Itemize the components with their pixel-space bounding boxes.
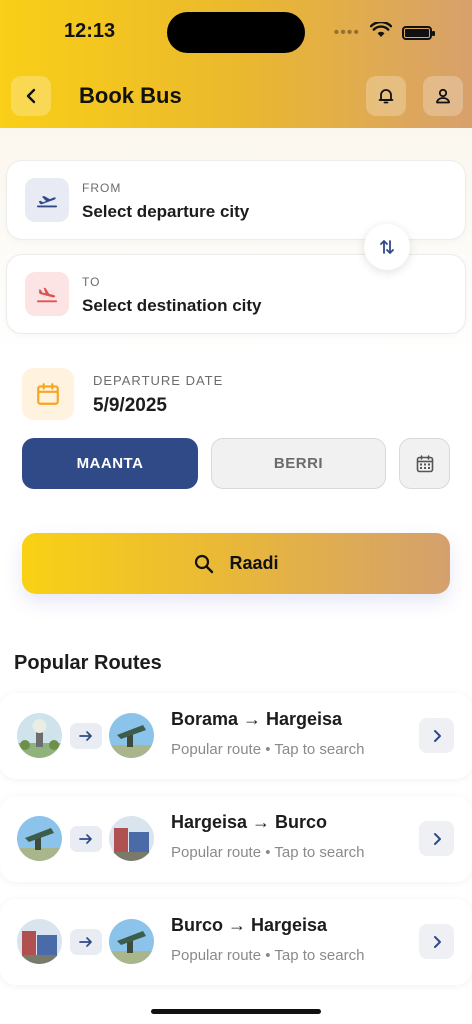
departure-icon-badge [25,178,69,222]
calendar-icon [37,383,59,405]
route-name: Burco → Hargeisa [171,915,328,935]
search-button[interactable]: Raadi [22,533,450,594]
wifi-icon [369,20,393,43]
route-arrow-chip [70,723,102,749]
borama-thumbnail [17,713,62,758]
route-name: Borama → Hargeisa [171,709,343,729]
dynamic-island [167,12,305,53]
departure-city-placeholder: Select departure city [82,202,250,221]
home-indicator [151,1009,321,1014]
open-route-button[interactable] [419,924,454,959]
route-subtitle: Popular route • Tap to search [171,844,365,861]
burco-thumbnail [109,816,154,861]
route-arrow-chip [70,929,102,955]
route-subtitle: Popular route • Tap to search [171,741,365,758]
page-title: Book Bus [79,83,182,108]
to-label: TO [82,275,101,289]
arrival-icon-badge [25,272,69,316]
popular-routes-title: Popular Routes [14,652,162,674]
hargeisa-thumbnail [17,816,62,861]
search-icon [195,554,214,573]
back-button[interactable] [11,76,51,116]
search-button-label: Raadi [229,553,279,573]
open-calendar-button[interactable] [399,438,450,489]
route-card-burco-hargeisa[interactable]: Burco → Hargeisa Popular route • Tap to … [0,899,472,985]
hargeisa-thumbnail [109,919,154,964]
burco-thumbnail [17,919,62,964]
status-icons: •••• [333,20,435,43]
plane-takeoff-icon [36,196,58,208]
app-header: 12:13 •••• Book Bus [0,0,472,128]
battery-icon [402,25,435,40]
route-card-hargeisa-burco[interactable]: Hargeisa → Burco Popular route • Tap to … [0,796,472,882]
departure-date-label: DEPARTURE DATE [93,373,224,388]
notifications-button[interactable] [366,76,406,116]
tomorrow-button[interactable]: BERRI [211,438,386,489]
open-route-button[interactable] [419,718,454,753]
date-icon-badge [22,368,74,420]
signal-dots-icon: •••• [333,23,360,41]
route-subtitle: Popular route • Tap to search [171,947,365,964]
arrow-right-icon [79,731,92,741]
chevron-right-icon [433,935,441,948]
calendar-grid-icon [416,454,433,472]
status-time: 12:13 [64,20,116,42]
hargeisa-thumbnail [109,713,154,758]
route-card-borama-hargeisa[interactable]: Borama → Hargeisa Popular route • Tap to… [0,693,472,779]
swap-cities-button[interactable] [364,224,410,270]
bell-icon [378,89,394,104]
swap-vertical-icon [380,240,394,254]
chevron-left-icon [26,88,36,104]
destination-city-placeholder: Select destination city [82,296,262,315]
chevron-right-icon [433,729,441,742]
route-arrow-chip [70,826,102,852]
open-route-button[interactable] [419,821,454,856]
user-icon [436,88,450,104]
today-button[interactable]: MAANTA [22,438,198,489]
departure-date-value[interactable]: 5/9/2025 [93,395,167,417]
plane-landing-icon [36,287,58,303]
arrow-right-icon [79,834,92,844]
chevron-right-icon [433,832,441,845]
from-label: FROM [82,181,122,195]
profile-button[interactable] [423,76,463,116]
arrow-right-icon [79,937,92,947]
route-name: Hargeisa → Burco [171,812,328,832]
